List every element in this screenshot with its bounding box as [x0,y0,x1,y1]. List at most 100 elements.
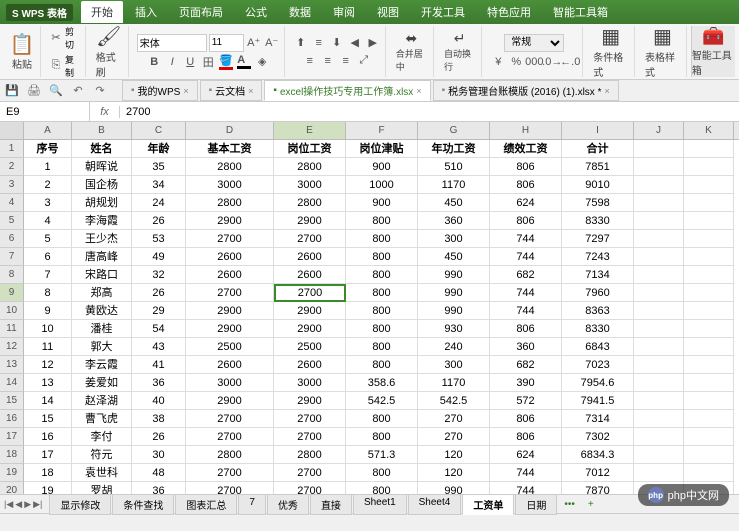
col-header-G[interactable]: G [418,122,490,139]
cell-I7[interactable]: 7243 [562,248,634,266]
align-bottom-icon[interactable]: ⬇ [329,35,345,51]
row-header-3[interactable]: 3 [0,176,24,194]
row-header-18[interactable]: 18 [0,446,24,464]
cell-I11[interactable]: 8330 [562,320,634,338]
cell-F2[interactable]: 900 [346,158,418,176]
cell-K9[interactable] [684,284,734,302]
cell-F15[interactable]: 542.5 [346,392,418,410]
underline-button[interactable]: U [182,54,198,70]
cell-A12[interactable]: 11 [24,338,72,356]
cell-G8[interactable]: 990 [418,266,490,284]
cell-I10[interactable]: 8363 [562,302,634,320]
cell-K11[interactable] [684,320,734,338]
menu-tab-6[interactable]: 视图 [367,1,409,23]
fx-button[interactable]: fx [90,106,120,118]
cell-J3[interactable] [634,176,684,194]
cell-J6[interactable] [634,230,684,248]
col-header-H[interactable]: H [490,122,562,139]
wrap-button[interactable]: ↵自动换行 [442,29,477,75]
cell-B14[interactable]: 姜爱如 [72,374,132,392]
close-icon[interactable]: × [248,86,253,96]
cell-D20[interactable]: 2700 [186,482,274,494]
col-header-A[interactable]: A [24,122,72,139]
cell-K8[interactable] [684,266,734,284]
merge-button[interactable]: ⬌合并居中 [394,29,429,75]
cell-B16[interactable]: 曹飞虎 [72,410,132,428]
sheet-last-icon[interactable]: ▶| [33,499,42,510]
cell-E19[interactable]: 2700 [274,464,346,482]
cell-H9[interactable]: 744 [490,284,562,302]
cell-J2[interactable] [634,158,684,176]
sheet-next-icon[interactable]: ▶ [24,499,31,510]
close-icon[interactable]: × [604,86,609,96]
cell-B11[interactable]: 潘桂 [72,320,132,338]
sheet-tab-7[interactable]: Sheet4 [408,494,462,515]
cell-K2[interactable] [684,158,734,176]
cell-A9[interactable]: 8 [24,284,72,302]
cell-B15[interactable]: 赵泽湖 [72,392,132,410]
cell-C18[interactable]: 30 [132,446,186,464]
cell-D10[interactable]: 2900 [186,302,274,320]
cell-K18[interactable] [684,446,734,464]
cell-B13[interactable]: 李云霞 [72,356,132,374]
cell-C5[interactable]: 26 [132,212,186,230]
cut-icon[interactable]: ✂ [49,30,63,46]
cell-H14[interactable]: 390 [490,374,562,392]
font-color-button[interactable]: A [236,54,252,70]
close-icon[interactable]: × [416,86,421,96]
cell-K1[interactable] [684,140,734,158]
sheet-tab-4[interactable]: 优秀 [267,494,309,515]
cell-K5[interactable] [684,212,734,230]
sheet-tab-3[interactable]: 7 [238,494,266,515]
cell-I8[interactable]: 7134 [562,266,634,284]
cell-A18[interactable]: 17 [24,446,72,464]
col-header-C[interactable]: C [132,122,186,139]
col-header-F[interactable]: F [346,122,418,139]
cell-K6[interactable] [684,230,734,248]
formula-input[interactable]: 2700 [120,106,739,118]
cell-G9[interactable]: 990 [418,284,490,302]
cell-J4[interactable] [634,194,684,212]
number-format-select[interactable]: 常规 [504,34,564,52]
decimal-dec-icon[interactable]: ←.0 [562,54,578,70]
indent-left-icon[interactable]: ◀ [347,35,363,51]
cell-A13[interactable]: 12 [24,356,72,374]
cell-F1[interactable]: 岗位津贴 [346,140,418,158]
font-increase-icon[interactable]: A⁺ [246,35,262,51]
redo-icon[interactable]: ↷ [92,83,108,99]
cell-J8[interactable] [634,266,684,284]
cell-G7[interactable]: 450 [418,248,490,266]
cell-F14[interactable]: 358.6 [346,374,418,392]
cell-D3[interactable]: 3000 [186,176,274,194]
sheet-first-icon[interactable]: |◀ [4,499,13,510]
cell-B18[interactable]: 符元 [72,446,132,464]
cell-K13[interactable] [684,356,734,374]
cell-H7[interactable]: 744 [490,248,562,266]
cell-J9[interactable] [634,284,684,302]
cell-B2[interactable]: 朝晖说 [72,158,132,176]
cell-K15[interactable] [684,392,734,410]
cell-E17[interactable]: 2700 [274,428,346,446]
cell-H8[interactable]: 682 [490,266,562,284]
cell-I3[interactable]: 9010 [562,176,634,194]
cell-H20[interactable]: 744 [490,482,562,494]
sheet-tab-0[interactable]: 显示修改 [49,494,111,515]
row-header-17[interactable]: 17 [0,428,24,446]
cell-K17[interactable] [684,428,734,446]
cell-E18[interactable]: 2800 [274,446,346,464]
name-box[interactable]: E9 [0,102,90,121]
cell-I14[interactable]: 7954.6 [562,374,634,392]
cell-B7[interactable]: 唐高峰 [72,248,132,266]
col-header-B[interactable]: B [72,122,132,139]
sheet-tab-1[interactable]: 条件查找 [112,494,174,515]
cell-G18[interactable]: 120 [418,446,490,464]
align-center-icon[interactable]: ≡ [320,53,336,69]
cell-D7[interactable]: 2600 [186,248,274,266]
cell-H4[interactable]: 624 [490,194,562,212]
cell-F9[interactable]: 800 [346,284,418,302]
cell-K4[interactable] [684,194,734,212]
menu-tab-7[interactable]: 开发工具 [411,1,475,23]
cell-B9[interactable]: 郑高 [72,284,132,302]
cell-D8[interactable]: 2600 [186,266,274,284]
cell-B8[interactable]: 宋路口 [72,266,132,284]
